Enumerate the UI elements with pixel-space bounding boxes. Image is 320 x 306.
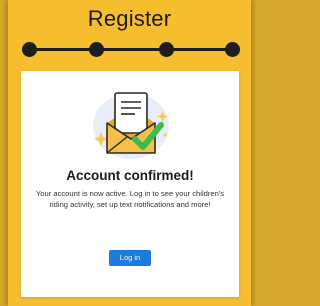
confirmation-card: Account confirmed! Your account is now a… <box>21 71 239 297</box>
login-button[interactable]: Log in <box>109 250 151 266</box>
stepper-step-2 <box>89 42 104 57</box>
confirmation-heading: Account confirmed! <box>66 168 194 183</box>
letter-paper <box>114 92 148 134</box>
progress-stepper <box>22 42 240 58</box>
register-screen: Register Account confirmed! Your account… <box>8 0 251 306</box>
stepper-step-3 <box>159 42 174 57</box>
page-title: Register <box>87 6 172 31</box>
stepper-step-4 <box>225 42 240 57</box>
stepper-step-1 <box>22 42 37 57</box>
confirmation-message: Your account is now active. Log in to se… <box>35 189 225 209</box>
sparkle-dot <box>163 133 167 137</box>
stepper-line <box>26 48 236 51</box>
envelope-check-icon <box>93 92 169 159</box>
